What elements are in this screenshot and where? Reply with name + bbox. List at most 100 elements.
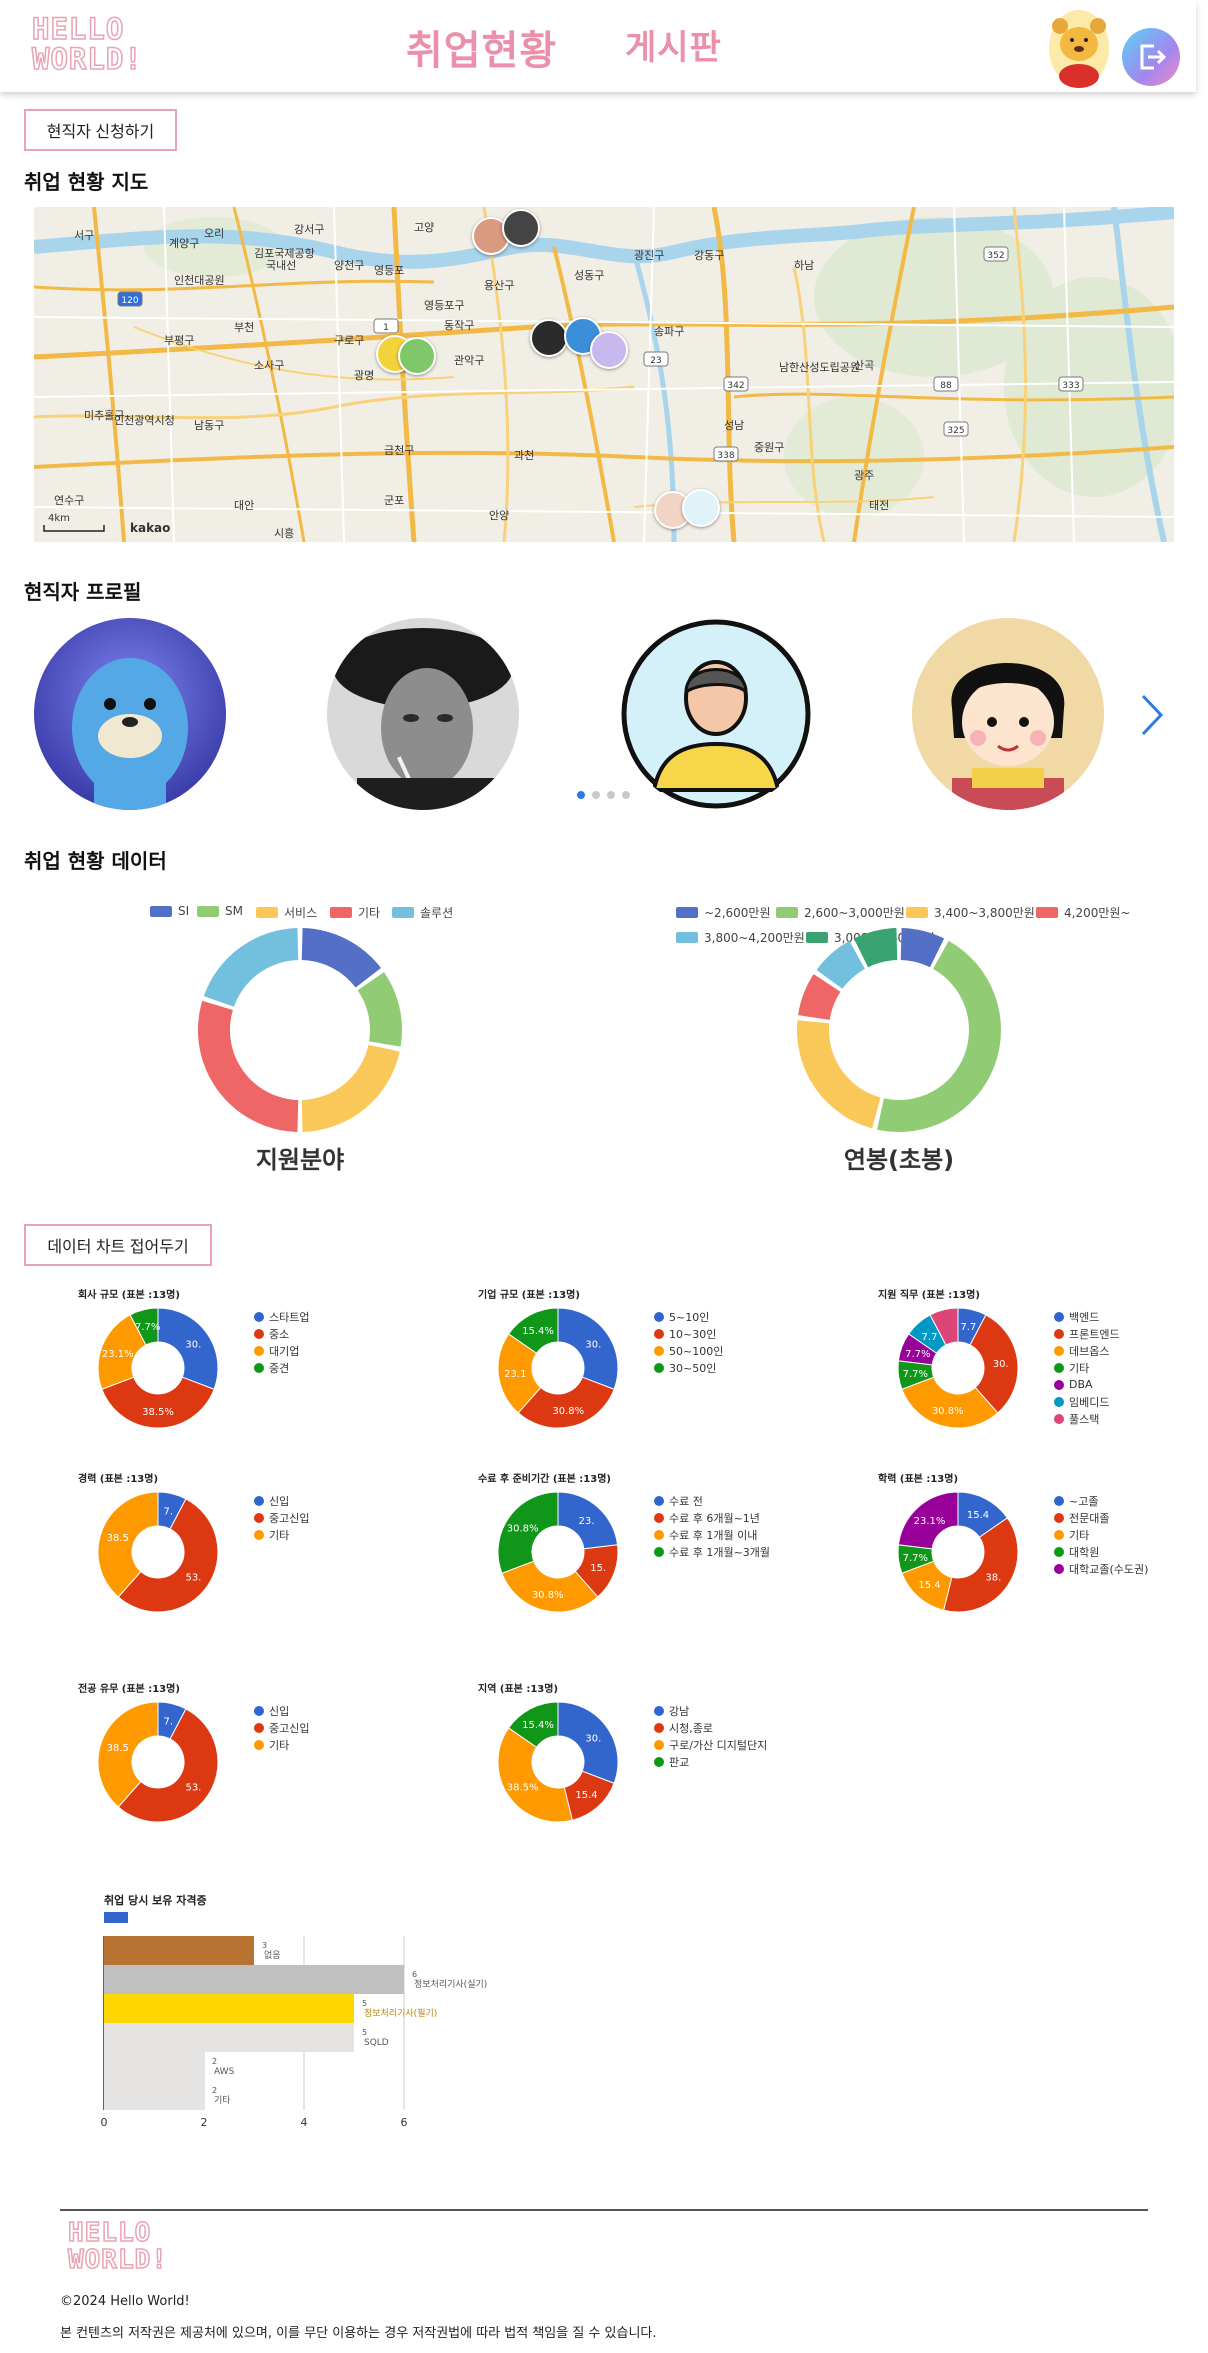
profile-card-1[interactable] [34, 618, 226, 810]
nav-board[interactable]: 게시판 [625, 20, 722, 69]
mini-legend-item[interactable]: 풀스택 [1054, 1410, 1120, 1427]
chart-legend-item[interactable]: ~2,600만원 [676, 904, 771, 921]
mini-legend-item[interactable]: 신입 [254, 1492, 309, 1509]
slice-value-label: 38.5 [107, 1533, 129, 1544]
profile-card-3[interactable] [620, 618, 812, 810]
mini-legend-item[interactable]: 50~100인 [654, 1342, 723, 1359]
chart-legend-item[interactable]: 2,600~3,000만원 [776, 904, 905, 921]
mini-legend-item[interactable]: 중소 [254, 1325, 309, 1342]
map-pin-7[interactable] [398, 337, 436, 375]
mini-legend-item[interactable]: 판교 [654, 1753, 767, 1770]
mini-legend-item[interactable]: 기타 [254, 1526, 309, 1543]
mini-legend-item[interactable]: 시청,종로 [654, 1719, 767, 1736]
mini-legend-dot [654, 1362, 664, 1373]
mini-legend-item[interactable]: 백엔드 [1054, 1308, 1120, 1325]
mini-legend-label: 기타 [1069, 1528, 1090, 1542]
cert-bar[interactable] [104, 1965, 404, 1994]
map-place-label: 구로구 [334, 334, 365, 347]
mini-legend-item[interactable]: 중고신입 [254, 1509, 309, 1526]
donut-slice[interactable] [797, 1020, 881, 1129]
carousel-next-button[interactable] [1137, 690, 1167, 740]
collapse-charts-button[interactable]: 데이터 차트 접어두기 [24, 1224, 212, 1266]
pooh-avatar-icon [1049, 10, 1109, 88]
logout-button[interactable] [1122, 28, 1180, 86]
legend-label: 3,400~3,800만원 [934, 906, 1035, 920]
mini-legend-item[interactable]: 전문대졸 [1054, 1509, 1148, 1526]
carousel-dot-3[interactable] [607, 791, 615, 799]
mini-legend-item[interactable]: 30~50인 [654, 1359, 723, 1376]
chart-legend-item[interactable]: 기타 [330, 904, 380, 921]
mini-legend-label: 구로/가산 디지털단지 [669, 1738, 768, 1752]
mini-legend-item[interactable]: 수료 후 1개월 이내 [654, 1526, 770, 1543]
map-pin-3[interactable] [530, 319, 568, 357]
footer-copyright: ©2024 Hello World! [60, 2294, 190, 2309]
donut-slice[interactable] [301, 928, 381, 988]
chart-legend-item[interactable]: SI [150, 904, 189, 918]
mini-legend-item[interactable]: 강남 [654, 1702, 767, 1719]
mini-legend-item[interactable]: 기타 [254, 1736, 309, 1753]
chart-legend-item[interactable]: 4,200만원~ [1036, 904, 1131, 921]
mini-legend-item[interactable]: 대학교졸(수도권) [1054, 1560, 1148, 1577]
mini-legend-item[interactable]: 기타 [1054, 1359, 1120, 1376]
mini-legend-item[interactable]: 구로/가산 디지털단지 [654, 1736, 767, 1753]
donut-slice[interactable] [357, 972, 402, 1047]
cert-bar[interactable] [104, 2081, 204, 2110]
mini-legend-item[interactable]: 임베디드 [1054, 1393, 1120, 1410]
map-pin-2[interactable] [502, 209, 540, 247]
x-tick-label: 0 [101, 2116, 108, 2129]
map-pin-9[interactable] [682, 489, 720, 527]
carousel-dot-4[interactable] [622, 791, 630, 799]
mini-legend-dot [1054, 1345, 1064, 1356]
mini-legend-item[interactable]: 데브옵스 [1054, 1342, 1120, 1359]
mini-legend-item[interactable]: 대기업 [254, 1342, 309, 1359]
donut-slice[interactable] [301, 1044, 400, 1132]
chart-legend-item[interactable]: 솔루션 [392, 904, 453, 921]
profile-card-4[interactable] [912, 618, 1104, 810]
header-logo[interactable]: HELLO WORLD! [31, 13, 143, 75]
chart-legend-item[interactable]: 3,800~4,200만원 [676, 929, 805, 946]
mini-legend-item[interactable]: 10~30인 [654, 1325, 723, 1342]
map-place-label: 안양 [489, 509, 510, 522]
slice-value-label: 30.8% [552, 1406, 584, 1417]
chart-legend-item[interactable]: 서비스 [256, 904, 317, 921]
legend-label: ~2,600만원 [704, 906, 771, 920]
mini-legend-label: 10~30인 [669, 1327, 717, 1341]
mini-legend-item[interactable]: ~고졸 [1054, 1492, 1148, 1509]
cert-bar[interactable] [104, 1994, 354, 2023]
donut-slice[interactable] [197, 1000, 299, 1132]
map-place-label: 부평구 [164, 334, 195, 347]
mini-legend-item[interactable]: 수료 후 6개월~1년 [654, 1509, 770, 1526]
mini-legend-item[interactable]: DBA [1054, 1376, 1120, 1393]
cert-bar[interactable] [104, 1936, 254, 1965]
mini-legend-item[interactable]: 신입 [254, 1702, 309, 1719]
carousel-dot-1[interactable] [577, 791, 585, 799]
mini-legend-item[interactable]: 스타트업 [254, 1308, 309, 1325]
footer-logo[interactable]: HELLO WORLD! [67, 2218, 168, 2275]
footer-logo-line-1: HELLO [67, 2218, 152, 2248]
chart-legend-item[interactable]: SM [197, 904, 243, 918]
carousel-dot-2[interactable] [592, 791, 600, 799]
donut-slice[interactable] [203, 928, 299, 1007]
cert-bar[interactable] [104, 2023, 354, 2052]
mini-legend-item[interactable]: 중견 [254, 1359, 309, 1376]
mini-legend-item[interactable]: 수료 후 1개월~3개월 [654, 1543, 770, 1560]
profile-card-2[interactable] [327, 618, 519, 810]
x-tick-label: 6 [401, 2116, 408, 2129]
employment-map[interactable]: 120 352 342 23 88 333 325 338 1 서구 계양구 오리 강서구 김포국제공항… [34, 207, 1174, 542]
nav-employment-status[interactable]: 취업현황 [406, 18, 557, 76]
cert-bar[interactable] [104, 2052, 204, 2081]
chart-legend-item[interactable]: 3,400~3,800만원 [906, 904, 1035, 921]
map-pin-5[interactable] [590, 331, 628, 369]
mini-legend-item[interactable]: 5~10인 [654, 1308, 723, 1325]
apply-employee-button[interactable]: 현직자 신청하기 [24, 109, 177, 151]
mini-legend-item[interactable]: 수료 전 [654, 1492, 770, 1509]
donut-slice[interactable] [101, 1376, 215, 1429]
mini-legend-item[interactable]: 기타 [1054, 1526, 1148, 1543]
donut-slice[interactable] [877, 940, 1002, 1132]
mini-legend-item[interactable]: 중고신입 [254, 1719, 309, 1736]
map-place-label: 송파구 [654, 325, 685, 338]
profile-section-title: 현직자 프로필 [24, 580, 142, 604]
mini-legend-item[interactable]: 대학원 [1054, 1543, 1148, 1560]
mini-legend-item[interactable]: 프론트엔드 [1054, 1325, 1120, 1342]
user-avatar[interactable] [1046, 4, 1112, 88]
